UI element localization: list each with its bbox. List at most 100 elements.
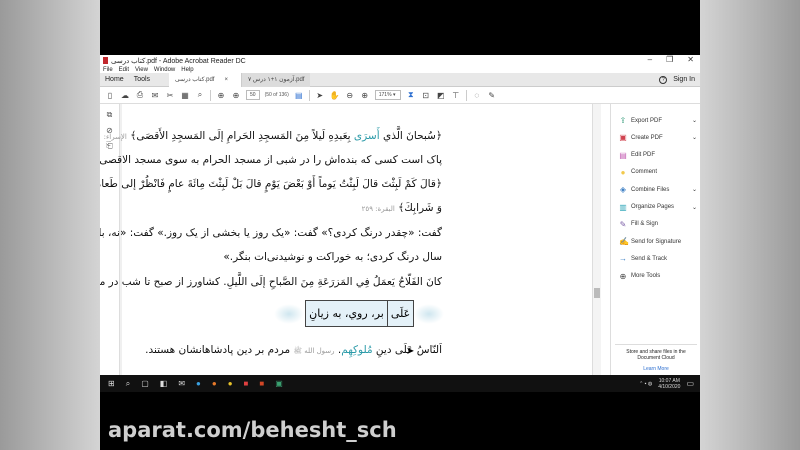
toolbar: ▯ ☁ ⎙ ✉ ✂ ▦ ⌕ ⊕ ⊕ 50 (50 of 136) ▤ ➤ ✋ ⊖…	[100, 87, 700, 104]
chrome-icon[interactable]: ●	[228, 379, 233, 388]
fit-page-icon[interactable]: ⧗	[406, 90, 416, 100]
tool-label: Fill & Sign	[631, 221, 659, 228]
help-icon[interactable]: ?	[659, 75, 668, 84]
tool-label: More Tools	[631, 273, 661, 280]
app-icon[interactable]: ●	[196, 379, 201, 388]
acrobat-window: کتاب درسی.pdf - Adobe Acrobat Reader DC …	[100, 55, 700, 375]
document-cloud-promo: Store and share files in the Document Cl…	[615, 344, 697, 372]
system-tray: ⌃ ▪ ◍ 10:07 AM 4/10/2020 ▭	[639, 375, 694, 392]
task-view-icon[interactable]: ▢	[141, 379, 149, 388]
tab-document-1[interactable]: کتاب درسی.pdf ×	[169, 72, 242, 87]
chevron-down-icon[interactable]: ⌄	[692, 134, 697, 141]
zoom-level-select[interactable]: 171% ▾	[374, 90, 401, 100]
tool-label: Send & Track	[631, 255, 668, 262]
divider	[465, 89, 467, 101]
tool-edit-pdf[interactable]: ▤ Edit PDF	[619, 151, 697, 160]
close-tab-icon[interactable]: ×	[224, 77, 228, 83]
date: 4/10/2020	[658, 383, 681, 390]
firefox-icon[interactable]: ●	[212, 379, 217, 388]
store-icon[interactable]: ◧	[160, 379, 168, 388]
tab-label: کتاب درسی.pdf	[175, 77, 215, 83]
hand-tool-icon[interactable]: ✋	[330, 91, 340, 100]
tab-home[interactable]: Home	[100, 76, 129, 83]
learn-more-link[interactable]: Learn More	[615, 366, 697, 372]
menu-edit[interactable]: Edit	[119, 67, 129, 73]
chevron-down-icon[interactable]: ⌄	[692, 204, 697, 211]
read-mode-icon[interactable]: ⊤	[451, 91, 461, 100]
tool-label: Export PDF	[631, 117, 663, 124]
next-page-icon[interactable]: ⊕	[231, 91, 241, 100]
page-view-icon[interactable]: ▤	[294, 91, 304, 100]
menu-file[interactable]: File	[103, 67, 113, 73]
previous-page-icon[interactable]: ⊕	[216, 91, 226, 100]
left-navigation-pane: ⧉ ⊘ ⎗	[100, 104, 120, 375]
tool-send-track[interactable]: → Send & Track	[619, 254, 697, 263]
pen-icon[interactable]: ✎	[487, 91, 497, 100]
chevron-down-icon: ▾	[392, 92, 396, 98]
tool-comment[interactable]: ● Comment	[619, 168, 697, 177]
divider	[308, 89, 310, 101]
tool-label: Send for Signature	[631, 238, 682, 245]
tool-icon: ✍	[619, 237, 629, 247]
text-line: گفت: «چقدر درنگ کردی؟» گفت: «یک روز یا ب…	[100, 227, 442, 239]
tool-label: Create PDF	[631, 134, 663, 141]
bookmark-icon[interactable]: ⎗	[106, 141, 112, 151]
search-icon[interactable]: ⌕	[195, 90, 205, 100]
sign-in-button[interactable]: Sign In	[673, 76, 695, 83]
email-icon[interactable]: ✉	[150, 91, 160, 100]
document-pane[interactable]: ﴿سُبحانَ الَّذي أَسرَى بِعَبدِهِ لَيلاً …	[100, 104, 600, 375]
tool-fill-sign[interactable]: ✎ Fill & Sign	[619, 220, 697, 229]
print-icon[interactable]: ⎙	[135, 90, 145, 100]
upload-cloud-icon[interactable]: ☁	[120, 91, 130, 100]
tool-send-for-signature[interactable]: ✍ Send for Signature	[619, 237, 697, 246]
menu-view[interactable]: View	[135, 67, 148, 73]
clock[interactable]: 10:07 AM 4/10/2020	[658, 378, 680, 390]
tab-bar: Home Tools کتاب درسی.pdf × آزمون ۱+۱ درس…	[100, 72, 700, 87]
scrollbar-thumb[interactable]	[594, 288, 600, 298]
tools-pane: Store and share files in the Document Cl…	[610, 104, 700, 375]
powerpoint-icon[interactable]: ■	[259, 379, 264, 388]
tool-combine-files[interactable]: ◈ Combine Files ⌄	[619, 185, 697, 194]
tool-icon: ⇪	[619, 116, 627, 125]
zoom-out-icon[interactable]: ⊖	[345, 91, 355, 100]
windows-taskbar: ⊞ ⌕ ▢ ◧ ✉ ● ● ● ■ ■ ▣ ⌃ ▪ ◍ 10:07 AM 4/10…	[100, 375, 700, 392]
tool-organize-pages[interactable]: ▥ Organize Pages ⌄	[619, 203, 697, 212]
network-icon[interactable]: ⌃ ▪ ◍	[639, 381, 652, 387]
chevron-down-icon[interactable]: ⌄	[692, 117, 697, 124]
select-cursor-icon[interactable]: ➤	[315, 91, 325, 100]
acrobat-taskbar-icon[interactable]: ■	[244, 379, 249, 388]
tool-create-pdf[interactable]: ▣ Create PDF ⌄	[619, 133, 697, 142]
tool-label: Comment	[631, 169, 658, 176]
maximize-button[interactable]: ❐	[666, 55, 673, 64]
tool-export-pdf[interactable]: ⇪ Export PDF ⌄	[619, 116, 697, 125]
scissors-icon[interactable]: ✂	[165, 91, 175, 100]
time: 10:07 AM	[658, 377, 680, 384]
tab-tools[interactable]: Tools	[129, 76, 155, 83]
full-screen-icon[interactable]: ⊡	[421, 91, 431, 100]
snapshot-icon[interactable]: ▦	[180, 91, 190, 100]
notifications-icon[interactable]: ▭	[686, 379, 694, 388]
rotate-icon[interactable]: ◩	[436, 91, 446, 100]
mail-icon[interactable]: ✉	[178, 379, 185, 388]
ornament	[414, 304, 444, 324]
tab-document-2[interactable]: آزمون ۱+۱ درس ۷.pdf	[241, 72, 311, 87]
chevron-down-icon[interactable]: ⌄	[692, 186, 697, 193]
tool-more-tools[interactable]: ⊕ More Tools	[619, 272, 697, 281]
promo-text: Store and share files in the Document Cl…	[626, 349, 686, 361]
close-button[interactable]: ✕	[687, 55, 694, 64]
save-icon[interactable]: ▯	[105, 91, 115, 100]
page-thumbnails-icon[interactable]: ⧉	[107, 110, 113, 120]
excel-icon[interactable]: ▣	[275, 379, 283, 388]
zoom-in-icon[interactable]: ⊕	[360, 91, 370, 100]
vocab-word: عَلَى	[387, 301, 413, 326]
minimize-button[interactable]: –	[648, 55, 652, 64]
text-line: ﴿سُبحانَ الَّذي أَسرَى بِعَبدِهِ لَيلاً …	[100, 130, 442, 142]
vocabulary-box: عَلَى بر، روي، به زيانِ	[305, 300, 414, 327]
text-line: وَ شَرابِكَ﴾ البقرة: ٢٥٩	[361, 202, 442, 214]
tool-label: Combine Files	[631, 186, 670, 193]
page-number-input[interactable]: 50	[246, 90, 260, 100]
search-icon[interactable]: ⌕	[126, 379, 130, 389]
comment-icon[interactable]: ◌	[472, 91, 482, 100]
vertical-scrollbar[interactable]	[592, 104, 601, 375]
start-icon[interactable]: ⊞	[108, 379, 115, 388]
